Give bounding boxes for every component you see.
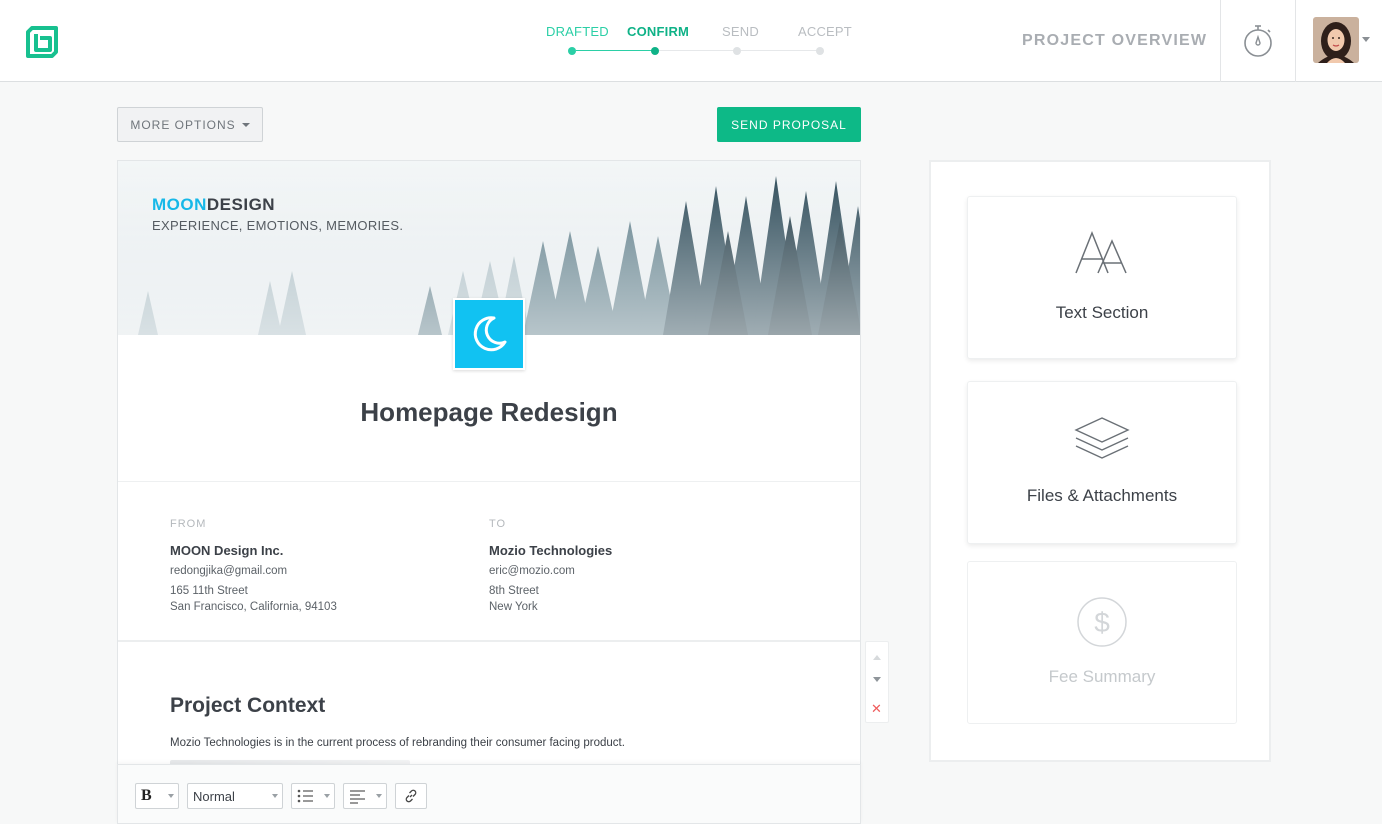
more-options-button[interactable]: MORE OPTIONS [117, 107, 263, 142]
list-icon [297, 789, 313, 803]
files-attachments-card[interactable]: Files & Attachments [967, 381, 1237, 544]
send-proposal-button[interactable]: SEND PROPOSAL [717, 107, 861, 142]
from-email: redongjika@gmail.com [170, 565, 288, 577]
svg-text:$: $ [1094, 607, 1110, 638]
divider [118, 481, 860, 482]
step-dot-send [733, 47, 741, 55]
step-drafted[interactable]: DRAFTED [546, 24, 609, 39]
chevron-down-icon[interactable] [1362, 37, 1370, 42]
project-overview-link[interactable]: PROJECT OVERVIEW [1022, 32, 1207, 50]
header-divider [1295, 0, 1296, 82]
proposal-title[interactable]: Homepage Redesign [118, 397, 860, 428]
step-connector-done [576, 50, 654, 51]
section-controls: ✕ [865, 641, 889, 723]
text-style-select[interactable]: Normal [187, 783, 283, 809]
move-up-icon[interactable] [873, 655, 881, 660]
from-name: MOON Design Inc. [170, 543, 284, 558]
company-logo[interactable] [453, 298, 525, 370]
list-dropdown[interactable] [291, 783, 335, 809]
add-section-panel: Text Section Files & Attachments $ Fee S… [929, 160, 1271, 762]
brand-wordmark: MOONDESIGN [152, 195, 275, 215]
step-dot-accept [816, 47, 824, 55]
text-section-label: Text Section [1055, 303, 1149, 322]
text-section-card[interactable]: Text Section [967, 196, 1237, 359]
proposal-document: MOONDESIGN EXPERIENCE, EMOTIONS, MEMORIE… [117, 160, 861, 824]
caret-down-icon [324, 794, 330, 798]
text-style-value: Normal [193, 788, 235, 804]
dollar-icon: $ [968, 596, 1236, 648]
more-options-label: MORE OPTIONS [130, 117, 236, 132]
from-city: San Francisco, California, 94103 [170, 601, 337, 613]
section-divider [118, 640, 860, 642]
align-dropdown[interactable] [343, 783, 387, 809]
layers-icon [968, 416, 1236, 464]
fee-summary-card[interactable]: $ Fee Summary [967, 561, 1237, 724]
files-attachments-label: Files & Attachments [1026, 486, 1178, 505]
caret-down-icon [168, 794, 174, 798]
link-button[interactable] [395, 783, 427, 809]
bold-icon: B [141, 787, 152, 804]
header-divider [1220, 0, 1221, 82]
section-body[interactable]: Mozio Technologies is in the current pro… [170, 737, 625, 749]
crescent-moon-icon [473, 316, 507, 352]
step-dot-drafted [568, 47, 576, 55]
to-street: 8th Street [489, 585, 539, 597]
delete-section-icon[interactable]: ✕ [871, 702, 882, 715]
step-confirm[interactable]: CONFIRM [627, 24, 689, 39]
app-logo-icon[interactable] [24, 24, 60, 60]
fee-summary-label: Fee Summary [1048, 667, 1156, 686]
from-street: 165 11th Street [170, 585, 248, 597]
bold-dropdown[interactable]: B [135, 783, 179, 809]
step-send[interactable]: SEND [722, 24, 759, 39]
move-down-icon[interactable] [873, 677, 881, 682]
to-label: TO [489, 518, 507, 530]
brand-secondary: DESIGN [206, 195, 276, 214]
caret-down-icon [272, 794, 278, 798]
to-name: Mozio Technologies [489, 543, 613, 558]
text-section-icon [968, 229, 1236, 275]
stopwatch-icon[interactable] [1241, 24, 1275, 58]
user-avatar[interactable] [1313, 17, 1359, 63]
section-title[interactable]: Project Context [170, 694, 325, 718]
top-bar: DRAFTED CONFIRM SEND ACCEPT PROJECT OVER… [0, 0, 1382, 82]
caret-down-icon [376, 794, 382, 798]
brand-primary: MOON [152, 195, 207, 214]
to-city: New York [489, 601, 538, 613]
link-icon [405, 789, 417, 803]
step-dot-confirm [651, 47, 659, 55]
from-label: FROM [170, 518, 207, 530]
step-connector [658, 50, 736, 51]
progress-steps: DRAFTED CONFIRM SEND ACCEPT [530, 0, 860, 82]
to-email: eric@mozio.com [489, 565, 575, 577]
step-accept[interactable]: ACCEPT [798, 24, 852, 39]
align-left-icon [350, 790, 365, 804]
send-proposal-label: SEND PROPOSAL [731, 117, 847, 132]
editor-toolbar: B Normal [117, 764, 861, 824]
caret-down-icon [241, 122, 250, 127]
brand-tagline: EXPERIENCE, EMOTIONS, MEMORIES. [152, 218, 404, 233]
step-connector [741, 50, 819, 51]
